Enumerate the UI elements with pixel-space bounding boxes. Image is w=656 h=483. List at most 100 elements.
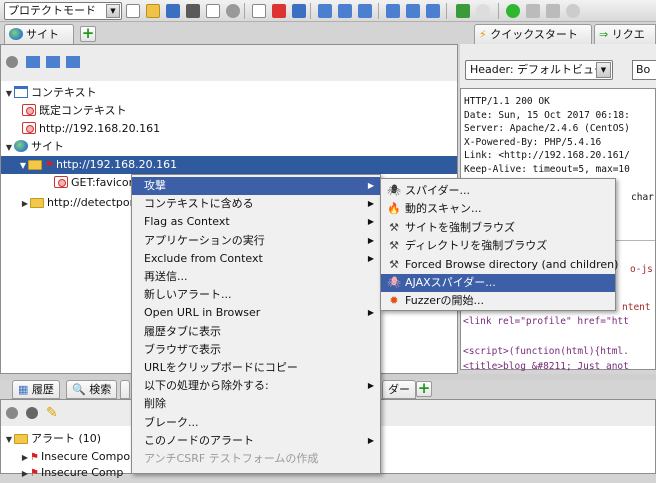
- context-menu-item[interactable]: ブレーク...: [132, 414, 380, 432]
- context-menu-item[interactable]: 攻撃 ▶: [132, 177, 380, 195]
- toolbar-separator: [244, 3, 245, 19]
- filter-icon[interactable]: [26, 407, 38, 419]
- tree-favicon[interactable]: GET:favicon: [54, 174, 136, 192]
- tab-request[interactable]: ⇒ リクエ: [594, 24, 656, 44]
- save-session-icon[interactable]: [166, 4, 180, 18]
- tree-context-host[interactable]: http://192.168.20.161: [22, 120, 160, 138]
- context-menu-item-label: Exclude from Context: [144, 251, 263, 265]
- tab-history-label: 履歴: [31, 383, 54, 396]
- tree-label: Insecure Comp: [40, 466, 124, 479]
- export-context-icon[interactable]: [66, 56, 80, 68]
- hammer-icon: ⚒: [389, 257, 399, 271]
- tree-alerts-root[interactable]: ▼ アラート (10): [4, 430, 101, 448]
- mail-icon[interactable]: [272, 4, 286, 18]
- tab-request-label: リクエ: [611, 28, 645, 41]
- context-menu-item[interactable]: 以下の処理から除外する: ▶: [132, 377, 380, 395]
- context-menu-item[interactable]: 削除: [132, 395, 380, 413]
- tree-alert[interactable]: ▶ ⚑ Insecure Comp: [20, 464, 123, 482]
- import-context-icon[interactable]: [46, 56, 60, 68]
- context-menu-item-label: ブレーク...: [144, 415, 199, 429]
- response-line: Date: Sun, 15 Oct 2017 06:18:: [464, 109, 630, 121]
- context-menu-item-label: Open URL in Browser: [144, 306, 261, 320]
- header-view-select[interactable]: Header: デフォルトビュー ▼: [465, 60, 613, 80]
- drop-icon[interactable]: [566, 4, 580, 18]
- tab-sites-label: サイト: [26, 28, 59, 41]
- mode-select[interactable]: プロテクトモード ▼: [4, 2, 122, 20]
- layout-vertical-icon[interactable]: [358, 4, 372, 18]
- context-menu-item[interactable]: ブラウザで表示: [132, 341, 380, 359]
- pencil-icon[interactable]: ✎: [46, 405, 58, 421]
- lightbulb-icon[interactable]: [476, 4, 490, 18]
- tree-detectportal[interactable]: ▶ http://detectport: [20, 194, 139, 212]
- open-session-icon[interactable]: [146, 4, 160, 18]
- attack-submenu-item[interactable]: ✹ Fuzzerの開始...: [381, 292, 615, 310]
- globe-icon: [9, 28, 23, 40]
- step-icon[interactable]: [526, 4, 540, 18]
- context-menu-item[interactable]: 再送信...: [132, 268, 380, 286]
- context-menu-item[interactable]: このノードのアラート ▶: [132, 432, 380, 450]
- tree-site-selected[interactable]: ▼ ⚑ http://192.168.20.161: [1, 156, 457, 174]
- tree-contexts[interactable]: ▼ コンテキスト: [4, 84, 97, 102]
- attack-submenu-item[interactable]: ⚒ ディレクトリを強制ブラウズ: [381, 237, 615, 255]
- context-menu-item-label: アンチCSRF テストフォームの作成: [144, 452, 319, 465]
- layout-full-icon[interactable]: [318, 4, 332, 18]
- tree-sites[interactable]: ▼ サイト: [4, 138, 64, 156]
- tab-sites[interactable]: サイト: [4, 24, 74, 44]
- scan-icon[interactable]: [292, 4, 306, 18]
- properties-icon[interactable]: [206, 4, 220, 18]
- attack-submenu: 🕷 スパイダー... 🔥 動的スキャン... ⚒ サイトを強制ブラウズ ⚒ ディレクトリを強制…: [380, 178, 618, 311]
- response-line: HTTP/1.1 200 OK: [464, 96, 550, 107]
- header-view-value: Header: デフォルトビュー: [470, 63, 606, 76]
- target-icon[interactable]: [6, 407, 18, 419]
- add-tab-button[interactable]: +: [80, 26, 96, 42]
- panel-icon[interactable]: [386, 4, 400, 18]
- gear-icon[interactable]: [226, 4, 240, 18]
- attack-submenu-item[interactable]: 🕷 スパイダー...: [381, 182, 615, 200]
- context-menu-item-label: ブラウザで表示: [144, 342, 221, 356]
- context-menu-item[interactable]: Exclude from Context ▶: [132, 250, 380, 268]
- tab-quick-start-label: クイックスタート: [490, 28, 578, 41]
- tab-alerts[interactable]: [120, 380, 130, 399]
- context-menu-item[interactable]: Flag as Context ▶: [132, 213, 380, 231]
- body-title-line: <title>blog &#8211; Just anot: [463, 361, 629, 372]
- context-menu-item[interactable]: URLをクリップボードにコピー: [132, 359, 380, 377]
- new-session-icon[interactable]: [126, 4, 140, 18]
- calendar-icon: ▦: [18, 383, 29, 396]
- attack-submenu-item[interactable]: ⚒ サイトを強制ブラウズ: [381, 219, 615, 237]
- tree-label: GET:favicon: [71, 176, 136, 189]
- window-icon: [14, 86, 28, 98]
- collapse-icon: ▶: [21, 469, 29, 478]
- context-menu-item[interactable]: コンテキストに含める ▶: [132, 195, 380, 213]
- snapshot-icon[interactable]: [186, 4, 200, 18]
- tab-quick-start[interactable]: ⚡ クイックスタート: [474, 24, 592, 44]
- target-icon[interactable]: [6, 56, 18, 68]
- context-menu-item-label: 攻撃: [144, 179, 166, 192]
- continue-icon[interactable]: [546, 4, 560, 18]
- attack-submenu-item[interactable]: 🔥 動的スキャン...: [381, 200, 615, 218]
- context-menu-item[interactable]: Open URL in Browser ▶: [132, 304, 380, 322]
- add-bottom-tab-button[interactable]: +: [416, 381, 432, 397]
- scope-icon[interactable]: [456, 4, 470, 18]
- panel-2-icon[interactable]: [406, 4, 420, 18]
- context-menu-item[interactable]: 履歴タブに表示: [132, 323, 380, 341]
- tab-spider[interactable]: ダー: [382, 380, 416, 399]
- attack-submenu-item[interactable]: ⚒ Forced Browse directory (and children): [381, 256, 618, 274]
- context-menu-item-label: 新しいアラート...: [144, 288, 232, 302]
- collapse-icon: ▶: [21, 199, 29, 208]
- tab-history[interactable]: ▦ 履歴: [12, 380, 60, 399]
- new-context-icon[interactable]: [26, 56, 40, 68]
- tree-default-context[interactable]: 既定コンテキスト: [22, 102, 127, 120]
- attack-submenu-item[interactable]: 🕷 AJAXスパイダー...: [381, 274, 615, 292]
- layout-icon[interactable]: [252, 4, 266, 18]
- arrow-right-icon: ⇒: [599, 28, 609, 41]
- panel-3-icon[interactable]: [426, 4, 440, 18]
- context-menu-item-label: 以下の処理から除外する:: [144, 379, 269, 393]
- submenu-arrow-icon: ▶: [367, 217, 374, 227]
- tab-search[interactable]: 🔍 検索: [66, 380, 118, 399]
- response-line: X-Powered-By: PHP/5.4.16: [464, 136, 602, 148]
- context-menu-item[interactable]: アプリケーションの実行 ▶: [132, 232, 380, 250]
- body-view-select[interactable]: Bo: [632, 60, 656, 80]
- layout-horizontal-icon[interactable]: [338, 4, 352, 18]
- context-menu-item[interactable]: 新しいアラート...: [132, 286, 380, 304]
- break-icon[interactable]: [506, 4, 520, 18]
